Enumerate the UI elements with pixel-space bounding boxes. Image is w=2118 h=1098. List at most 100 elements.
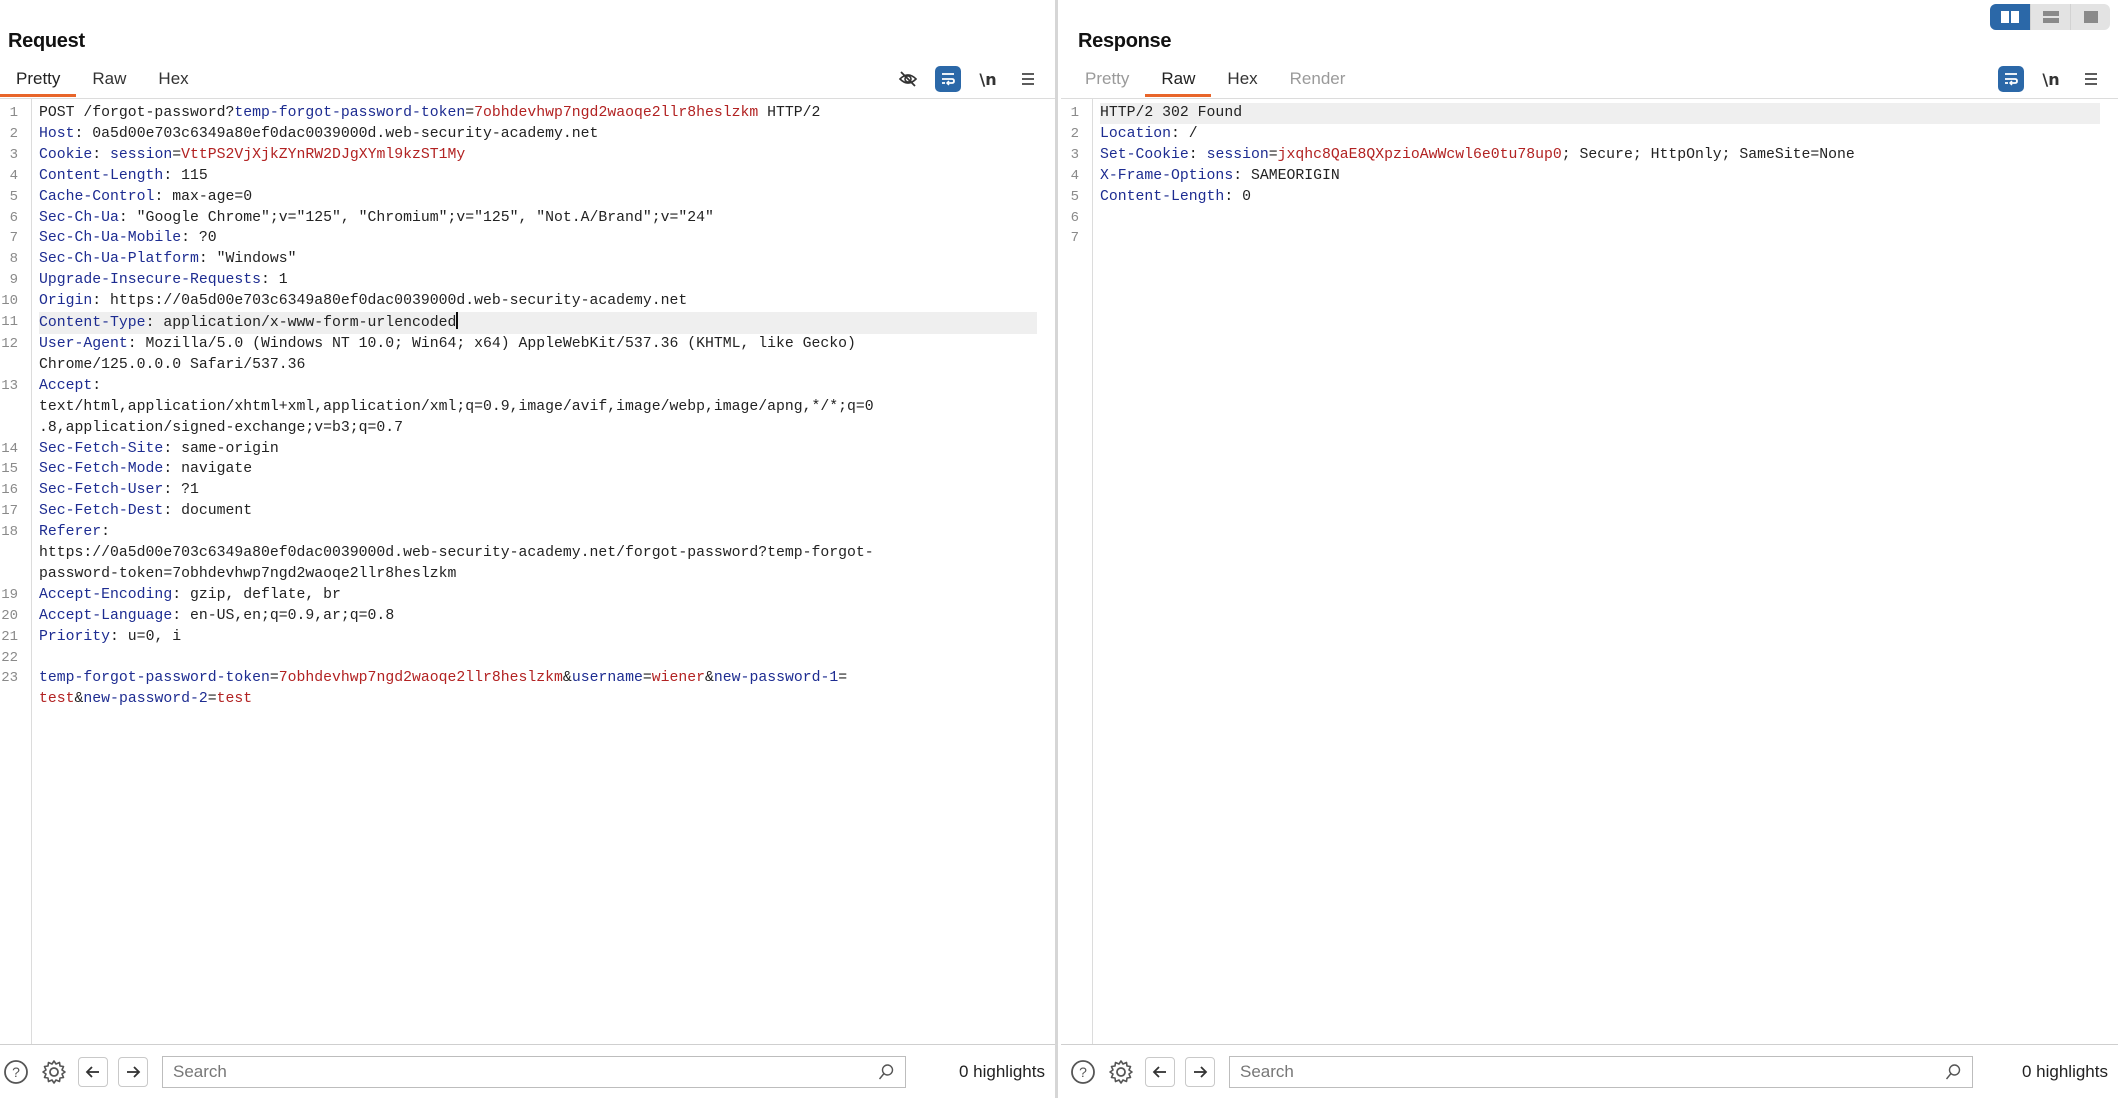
request-search-input[interactable]	[173, 1061, 877, 1082]
editor-line[interactable]: 12 User-Agent: Mozilla/5.0 (Windows NT 10…	[0, 334, 1055, 376]
editor-line[interactable]: 13 Accept: text/html,application/xhtml+xm…	[0, 376, 1055, 439]
editor-line[interactable]: 23 temp-forgot-password-token=7obhdevhwp7…	[0, 668, 1055, 710]
editor-line[interactable]: 4 X-Frame-Options: SAMEORIGIN	[1061, 166, 2118, 187]
header-key: new-password-1	[713, 670, 839, 687]
editor-line[interactable]: 14 Sec-Fetch-Site: same-origin	[0, 439, 1055, 460]
editor-line[interactable]: 16 Sec-Fetch-User: ?1	[0, 480, 1055, 501]
response-tab-render[interactable]: Render	[1274, 64, 1362, 96]
svg-text:?: ?	[12, 1064, 20, 1080]
editor-line[interactable]: 5 Content-Length: 0	[1061, 187, 2118, 208]
header-key: temp-forgot-password-token	[234, 105, 466, 121]
next-match-button[interactable]	[1185, 1056, 1215, 1087]
header-key: Priority	[39, 628, 111, 645]
text-value: :	[1188, 146, 1207, 163]
next-match-button[interactable]	[118, 1056, 148, 1087]
editor-line[interactable]: 3 Set-Cookie: session=jxqhc8QaE8QXpzioAwW…	[1061, 145, 2118, 166]
previous-match-button[interactable]	[1145, 1056, 1175, 1087]
request-editor[interactable]: 1 POST /forgot-password?temp-forgot-passw…	[0, 98, 1055, 1045]
help-icon: ?	[4, 1059, 28, 1084]
response-title: Response	[1078, 30, 1172, 52]
help-button[interactable]: ?	[2, 1058, 30, 1086]
editor-line[interactable]: 2 Host: 0a5d00e703c6349a80ef0dac0039000d.…	[0, 124, 1055, 145]
settings-button[interactable]	[40, 1058, 68, 1086]
previous-match-button[interactable]	[78, 1056, 108, 1087]
editor-line[interactable]: 19 Accept-Encoding: gzip, deflate, br	[0, 585, 1055, 606]
request-search-bar: ? 0 highlights	[0, 1045, 1055, 1098]
line-number: 18	[1, 524, 18, 541]
request-tab-raw[interactable]: Raw	[76, 64, 142, 96]
line-number: 17	[1, 503, 18, 520]
line-content: X-Frame-Options: SAMEORIGIN	[1100, 166, 2100, 187]
editor-line[interactable]: 1 POST /forgot-password?temp-forgot-passw…	[0, 103, 1055, 124]
editor-line[interactable]: 10 Origin: https://0a5d00e703c6349a80ef0d…	[0, 291, 1055, 312]
response-lines: 1 HTTP/2 302 Found 2 Location: / 3 Set-Cookie…	[1061, 103, 2118, 249]
editor-line[interactable]: 20 Accept-Language: en-US,en;q=0.9,ar;q=0…	[0, 606, 1055, 627]
line-number: 21	[1, 628, 18, 645]
line-number: 22	[1, 649, 18, 666]
text-value: : same-origin	[163, 440, 279, 457]
param-value: jxqhc8QaE8QXpzioAwWcwl6e0tu78up0	[1277, 146, 1562, 163]
show-newlines-button[interactable]: \n	[975, 66, 1001, 92]
editor-line[interactable]: 7 Sec-Ch-Ua-Mobile: ?0	[0, 228, 1055, 249]
editor-line[interactable]: 15 Sec-Fetch-Mode: navigate	[0, 459, 1055, 480]
response-tab-pretty[interactable]: Pretty	[1069, 64, 1145, 96]
hide-nonprintable-button[interactable]	[895, 66, 921, 92]
header-key: temp-forgot-password-token	[39, 670, 270, 687]
editor-line[interactable]: 3 Cookie: session=VttPS2VjXjkZYnRW2DJgXYm…	[0, 145, 1055, 166]
editor-line[interactable]: 1 HTTP/2 302 Found	[1061, 103, 2118, 124]
request-search-field	[162, 1055, 906, 1088]
response-tab-raw[interactable]: Raw	[1145, 64, 1212, 97]
param-value: VttPS2VjXjkZYnRW2DJgXYml9kzST1My	[181, 146, 466, 163]
editor-line[interactable]: 11 Content-Type: application/x-www-form-u…	[0, 312, 1055, 334]
header-key: session	[1206, 146, 1269, 163]
editor-line[interactable]: 6​	[1061, 208, 2118, 229]
request-pane: Request Pretty Raw Hex \n 1 POST /forgot-…	[0, 0, 1058, 1098]
header-key: Set-Cookie	[1100, 146, 1189, 163]
search-icon	[878, 1063, 894, 1079]
editor-line[interactable]: 21 Priority: u=0, i	[0, 627, 1055, 648]
word-wrap-icon	[2005, 73, 2018, 86]
request-tab-pretty[interactable]: Pretty	[0, 64, 77, 97]
editor-line[interactable]: 9 Upgrade-Insecure-Requests: 1	[0, 270, 1055, 291]
editor-line[interactable]: 18 Referer: https://0a5d00e703c6349a80ef0…	[0, 522, 1055, 585]
text-value: POST /forgot-password?	[39, 105, 235, 121]
header-key: Sec-Ch-Ua	[39, 209, 119, 226]
editor-line[interactable]: 2 Location: /	[1061, 124, 2118, 145]
response-search-input[interactable]	[1240, 1061, 1944, 1082]
line-number: 11	[1, 314, 18, 331]
editor-line[interactable]: 7​	[1061, 228, 2118, 249]
line-content: Sec-Fetch-Site: same-origin	[39, 439, 1037, 460]
editor-line[interactable]: 6 Sec-Ch-Ua: "Google Chrome";v="125", "Ch…	[0, 208, 1055, 229]
line-content: ​	[1100, 228, 2100, 249]
line-number: 1	[9, 105, 18, 121]
response-editor[interactable]: 1 HTTP/2 302 Found 2 Location: / 3 Set-Cookie…	[1061, 98, 2118, 1045]
text-value: &	[705, 670, 714, 687]
header-key: Accept-Encoding	[39, 586, 173, 603]
response-tab-hex[interactable]: Hex	[1211, 64, 1273, 96]
request-tab-hex[interactable]: Hex	[142, 64, 204, 96]
editor-line[interactable]: 8 Sec-Ch-Ua-Platform: "Windows"	[0, 249, 1055, 270]
settings-button[interactable]	[1107, 1058, 1135, 1086]
header-key: new-password-2	[83, 691, 208, 708]
word-wrap-button[interactable]	[1998, 66, 2024, 92]
text-value: =	[642, 670, 652, 687]
line-content: ​	[39, 648, 1037, 669]
editor-line[interactable]: 22 ​	[0, 648, 1055, 669]
line-content: Origin: https://0a5d00e703c6349a80ef0dac…	[39, 291, 1037, 312]
line-content: Sec-Fetch-User: ?1	[39, 480, 1037, 501]
editor-line[interactable]: 4 Content-Length: 115	[0, 166, 1055, 187]
editor-line[interactable]: 17 Sec-Fetch-Dest: document	[0, 501, 1055, 522]
show-newlines-button[interactable]: \n	[2038, 66, 2064, 92]
request-menu-button[interactable]	[1015, 66, 1041, 92]
header-key: X-Frame-Options	[1100, 167, 1234, 184]
line-content: Content-Type: application/x-www-form-url…	[39, 312, 1037, 334]
editor-line[interactable]: 5 Cache-Control: max-age=0	[0, 187, 1055, 208]
text-value: : ?0	[181, 230, 217, 247]
word-wrap-button[interactable]	[935, 66, 961, 92]
response-search-bar: ? 0 highlights	[1061, 1045, 2118, 1098]
response-menu-button[interactable]	[2078, 66, 2104, 92]
text-value: ; Secure; HttpOnly; SameSite=None	[1561, 146, 1855, 163]
header-key: Sec-Ch-Ua-Mobile	[39, 230, 182, 247]
help-button[interactable]: ?	[1069, 1058, 1097, 1086]
line-number: 4	[9, 167, 18, 184]
